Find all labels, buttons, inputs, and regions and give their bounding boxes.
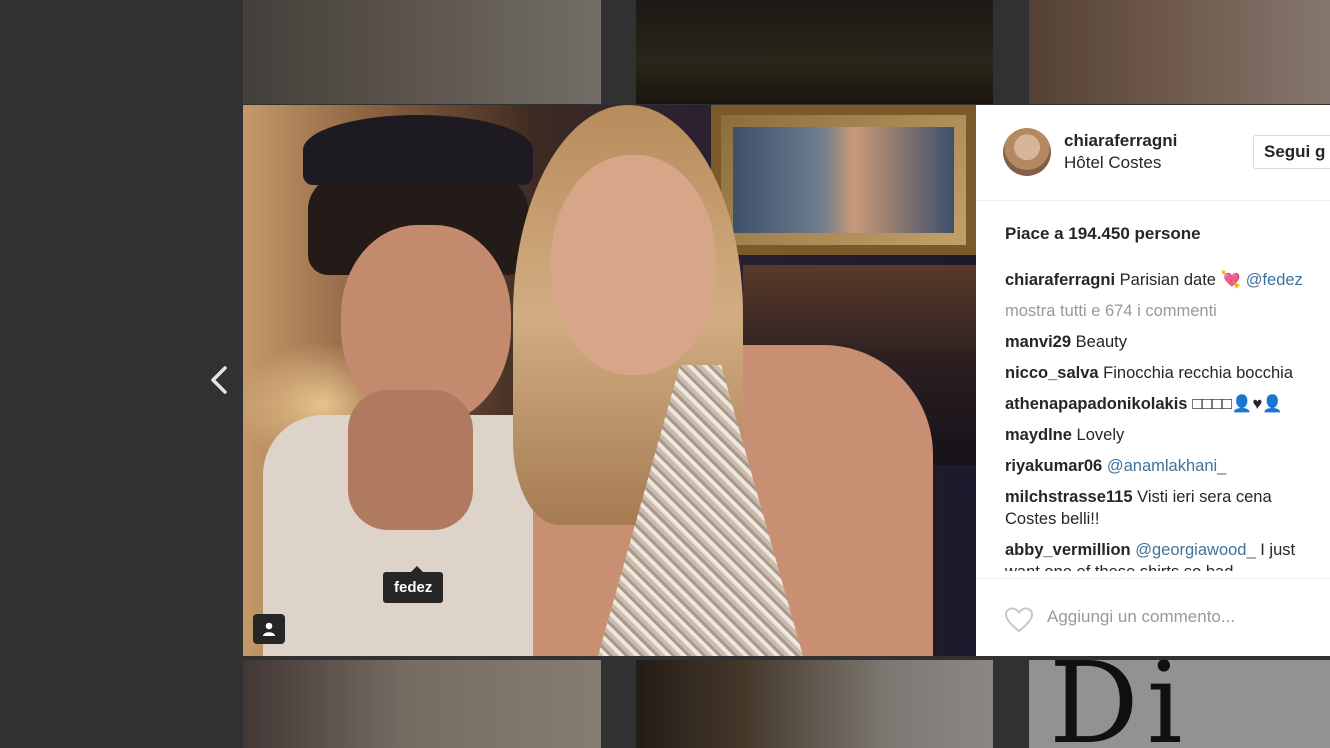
comment: milchstrasse115 Visti ieri sera cena Cos…: [1005, 486, 1325, 530]
comment-username[interactable]: athenapapadonikolakis: [1005, 395, 1187, 413]
chevron-left-icon: [211, 366, 227, 394]
avatar[interactable]: [1003, 128, 1051, 176]
comment: nicco_salva Finocchia recchia bocchia: [1005, 362, 1325, 384]
follow-button[interactable]: Segui g: [1253, 135, 1330, 169]
add-comment-input[interactable]: Aggiungi un commento...: [1047, 607, 1235, 627]
post-location[interactable]: Hôtel Costes: [1064, 153, 1161, 173]
post-modal: fedez chiaraferragni Hôtel Costes Segui …: [243, 105, 1330, 656]
post-sidebar: chiaraferragni Hôtel Costes Segui g Piac…: [976, 105, 1330, 656]
comment-mention[interactable]: @georgiawood_: [1135, 541, 1255, 559]
comment-text: Finocchia recchia bocchia: [1103, 364, 1294, 382]
comment: maydlne Lovely: [1005, 424, 1325, 446]
post-username[interactable]: chiaraferragni: [1064, 131, 1177, 151]
comment-username[interactable]: milchstrasse115: [1005, 488, 1133, 506]
comments-list[interactable]: chiaraferragni Parisian date 💘 @fedez mo…: [1005, 269, 1325, 571]
comment: athenapapadonikolakis □□□□👤♥👤: [1005, 393, 1325, 415]
user-tag-button[interactable]: [253, 614, 285, 644]
comment-mention[interactable]: @fedez: [1246, 271, 1303, 289]
heart-icon: [1004, 607, 1034, 633]
comment: riyakumar06 @anamlakhani_: [1005, 455, 1325, 477]
post-photo[interactable]: fedez: [243, 105, 976, 656]
comment-mention[interactable]: @anamlakhani_: [1107, 457, 1227, 475]
comment-text: Beauty: [1075, 333, 1128, 351]
likes-count[interactable]: Piace a 194.450 persone: [1005, 224, 1201, 244]
comment-text: Lovely: [1076, 426, 1125, 444]
comment-footer: Aggiungi un commento...: [976, 578, 1330, 656]
comment-username[interactable]: chiaraferragni: [1005, 271, 1115, 289]
comment: manvi29 Beauty: [1005, 331, 1325, 353]
user-tag-icon: [263, 622, 275, 636]
show-all-comments-link[interactable]: mostra tutti e 674 i commenti: [1005, 300, 1325, 322]
woman-figure: [513, 105, 943, 656]
comment-username[interactable]: riyakumar06: [1005, 457, 1102, 475]
user-tag-label[interactable]: fedez: [383, 566, 444, 603]
comment-username[interactable]: manvi29: [1005, 333, 1071, 351]
comment-text: □□□□👤♥👤: [1192, 395, 1283, 413]
like-button[interactable]: [1004, 606, 1034, 634]
previous-post-button[interactable]: [205, 362, 235, 398]
comment-username[interactable]: nicco_salva: [1005, 364, 1099, 382]
comment-username[interactable]: maydlne: [1005, 426, 1072, 444]
comment-text: Parisian date 💘: [1119, 271, 1242, 289]
comment: abby_vermillion @georgiawood_ I just wan…: [1005, 539, 1325, 571]
post-header: chiaraferragni Hôtel Costes Segui g: [976, 105, 1330, 201]
comment-username[interactable]: abby_vermillion: [1005, 541, 1131, 559]
caption: chiaraferragni Parisian date 💘 @fedez: [1005, 269, 1325, 291]
